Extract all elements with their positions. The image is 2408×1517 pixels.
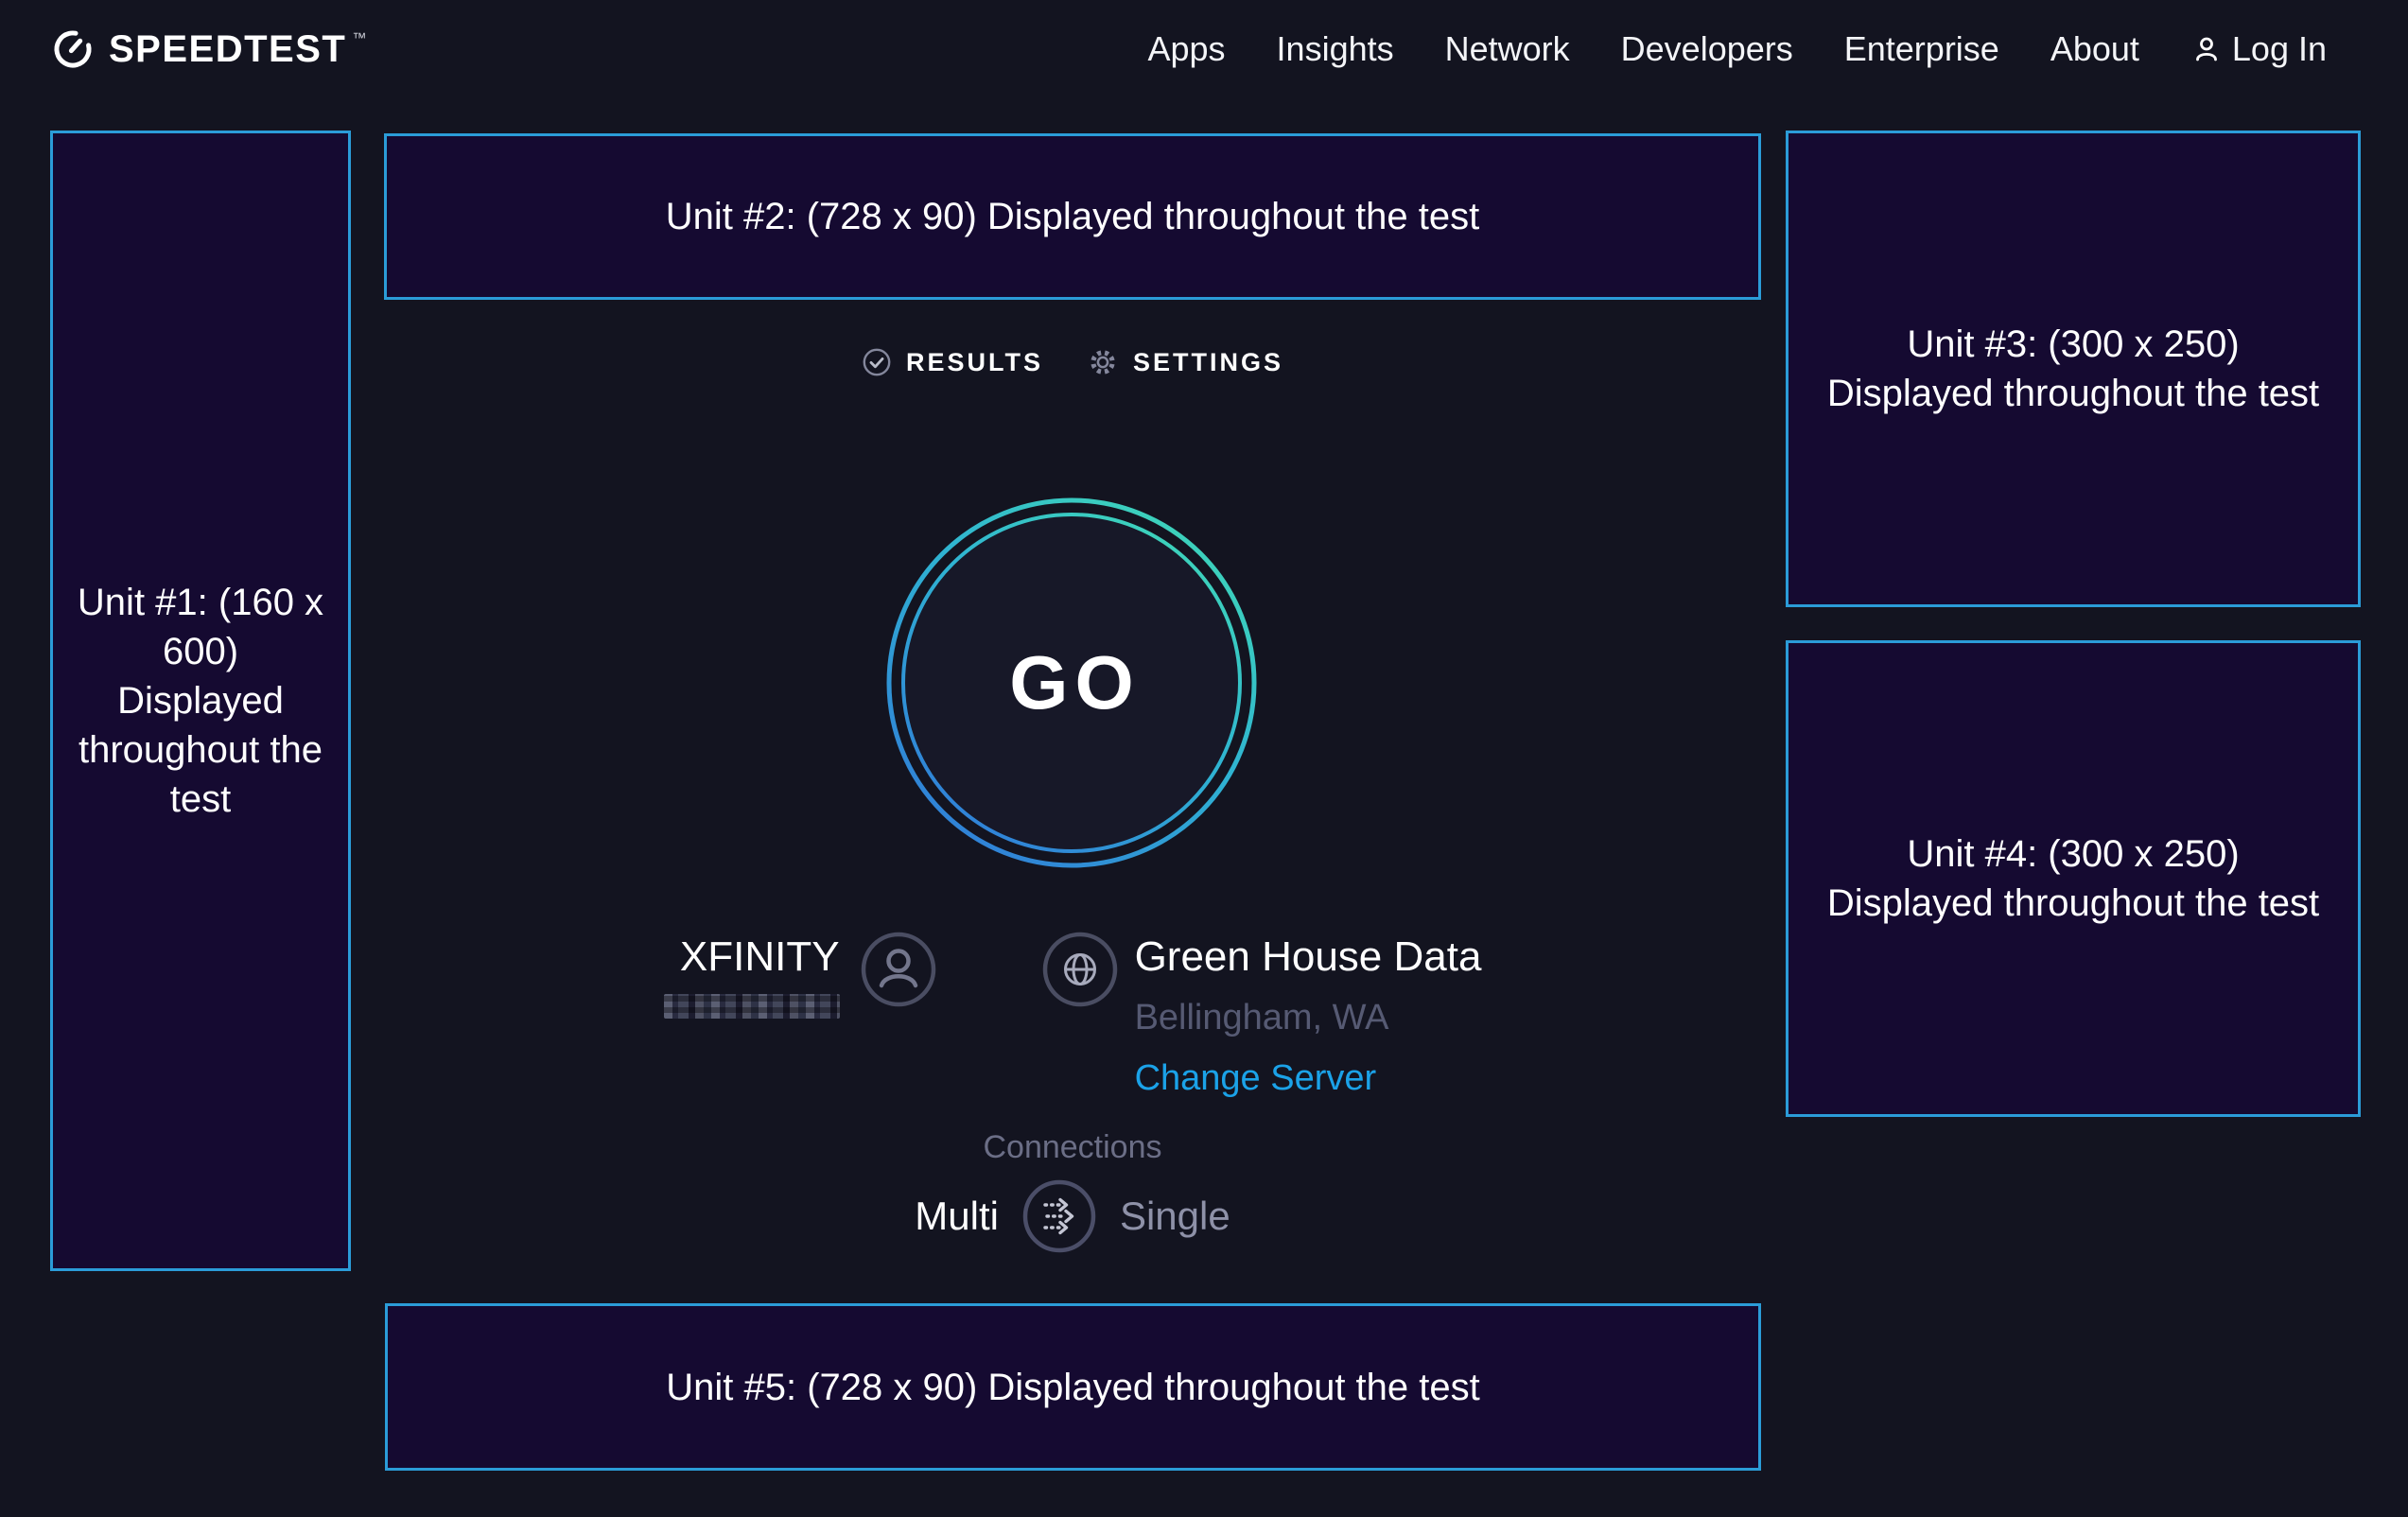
results-settings-tabs: RESULTS SETTINGS — [384, 333, 1761, 392]
nav-item-network[interactable]: Network — [1445, 32, 1570, 66]
nav-item-about[interactable]: About — [2050, 32, 2139, 66]
server-location: Bellingham, WA — [1135, 1000, 1389, 1036]
connection-info-row: XFINITY Green House Data Bellingham, WA … — [384, 932, 1761, 1096]
speedtest-logo[interactable]: SPEEDTEST ™ — [52, 28, 364, 70]
main-nav: Apps Insights Network Developers Enterpr… — [1147, 32, 2327, 66]
login-label: Log In — [2232, 32, 2327, 66]
go-button[interactable]: GO — [882, 494, 1261, 872]
user-icon — [2190, 33, 2223, 65]
login-button[interactable]: Log In — [2190, 32, 2327, 66]
ad-unit-5[interactable]: Unit #5: (728 x 90) Displayed throughout… — [385, 1303, 1761, 1471]
ad-unit-2-text: Unit #2: (728 x 90) Displayed throughout… — [666, 192, 1480, 241]
gear-icon — [1087, 346, 1119, 378]
connections-label: Connections — [983, 1131, 1161, 1163]
ad-unit-1[interactable]: Unit #1: (160 x 600) Displayed throughou… — [50, 131, 351, 1271]
ad-unit-1-text: Unit #1: (160 x 600) Displayed throughou… — [76, 578, 325, 824]
nav-item-developers[interactable]: Developers — [1621, 32, 1793, 66]
isp-name: XFINITY — [680, 936, 840, 978]
check-circle-icon — [862, 347, 892, 377]
tab-settings[interactable]: SETTINGS — [1087, 346, 1283, 378]
isp-user-circle-icon — [861, 932, 936, 1007]
nav-item-insights[interactable]: Insights — [1277, 32, 1394, 66]
nav-item-enterprise[interactable]: Enterprise — [1844, 32, 1999, 66]
isp-block: XFINITY — [664, 932, 936, 1096]
ad-unit-4[interactable]: Unit #4: (300 x 250) Displayed throughou… — [1786, 640, 2361, 1117]
ad-unit-4-text: Unit #4: (300 x 250) Displayed throughou… — [1826, 829, 2320, 928]
logo-trademark: ™ — [352, 30, 366, 46]
speedometer-gauge-icon — [52, 28, 94, 70]
server-block: Green House Data Bellingham, WA Change S… — [1042, 932, 1482, 1096]
redacted-ip-address — [664, 994, 840, 1019]
nav-item-apps[interactable]: Apps — [1147, 32, 1225, 66]
server-name: Green House Data — [1135, 936, 1482, 978]
tab-settings-label: SETTINGS — [1133, 350, 1283, 375]
ad-unit-3-text: Unit #3: (300 x 250) Displayed throughou… — [1826, 320, 2320, 418]
speedtest-page: { "header": { "logo_text": "SPEEDTEST", … — [0, 0, 2408, 1517]
tab-results[interactable]: RESULTS — [862, 347, 1043, 377]
connections-section: Connections Multi Single — [384, 1131, 1761, 1254]
ad-unit-5-text: Unit #5: (728 x 90) Displayed throughout… — [666, 1363, 1480, 1412]
ad-unit-2[interactable]: Unit #2: (728 x 90) Displayed throughout… — [384, 133, 1761, 300]
tab-results-label: RESULTS — [906, 350, 1043, 375]
logo-text: SPEEDTEST — [109, 30, 346, 68]
go-label: GO — [882, 494, 1261, 872]
globe-circle-icon — [1042, 932, 1118, 1007]
change-server-link[interactable]: Change Server — [1135, 1060, 1377, 1096]
multi-connections-toggle-icon[interactable] — [1021, 1178, 1097, 1254]
header: SPEEDTEST ™ Apps Insights Network Develo… — [52, 21, 2327, 78]
connections-single-option[interactable]: Single — [1120, 1194, 1230, 1239]
ad-unit-3[interactable]: Unit #3: (300 x 250) Displayed throughou… — [1786, 131, 2361, 607]
connections-multi-option[interactable]: Multi — [915, 1194, 999, 1239]
